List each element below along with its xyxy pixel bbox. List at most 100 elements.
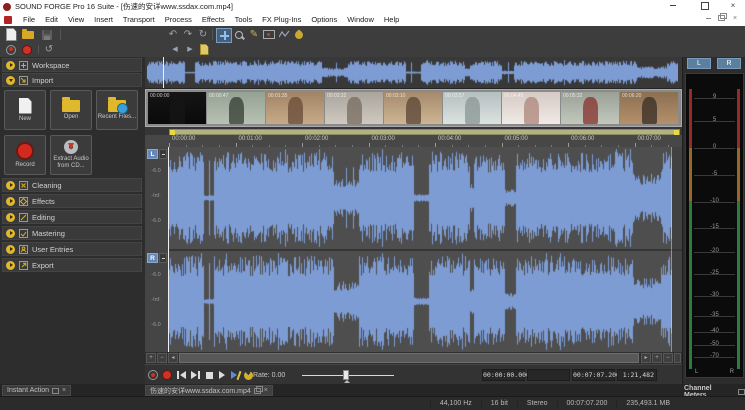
sidebar-section-import[interactable]: Import xyxy=(2,73,142,87)
menu-window[interactable]: Window xyxy=(342,15,379,24)
marker-next-icon[interactable]: ▶ xyxy=(183,44,197,55)
expander-icon[interactable] xyxy=(6,213,15,222)
zoom-tool-icon[interactable] xyxy=(674,353,681,363)
zoom-in-time-icon[interactable]: + xyxy=(652,353,662,363)
rate-slider-thumb[interactable] xyxy=(343,370,349,380)
video-thumbnail[interactable]: 00:02:22 xyxy=(325,92,383,124)
right-channel-waveform[interactable] xyxy=(168,251,672,352)
close-button[interactable]: × xyxy=(722,0,744,12)
envelope-tool-icon[interactable] xyxy=(277,28,291,41)
snapshot-icon[interactable] xyxy=(262,28,276,41)
extract-audio-button[interactable]: Extract Audio from CD... xyxy=(50,135,92,175)
close-tab-icon[interactable]: × xyxy=(62,387,66,394)
zoom-in-icon[interactable]: + xyxy=(146,353,156,363)
sidebar-section-export[interactable]: Export xyxy=(2,258,142,272)
record-button[interactable] xyxy=(161,370,173,380)
sidebar-section-cleaning[interactable]: Cleaning xyxy=(2,178,142,192)
minimize-button[interactable] xyxy=(662,0,684,12)
record-button[interactable]: Record xyxy=(4,135,46,175)
float-icon[interactable] xyxy=(738,389,745,395)
expander-icon[interactable] xyxy=(6,245,15,254)
document-tab[interactable]: 伤速的安详www.ssdax.com.mp4 × xyxy=(145,385,273,396)
right-channel-minimize-button[interactable] xyxy=(159,253,167,263)
menu-effects[interactable]: Effects xyxy=(197,15,230,24)
left-channel-button[interactable]: L xyxy=(147,149,158,159)
go-to-start-button[interactable] xyxy=(175,370,187,380)
video-thumbnail[interactable]: 00:05:32 xyxy=(561,92,619,124)
float-icon[interactable] xyxy=(52,388,59,394)
overview-bar[interactable] xyxy=(145,57,682,89)
selection-start-field[interactable] xyxy=(527,369,570,381)
new-window-icon[interactable] xyxy=(197,44,211,55)
menu-tools[interactable]: Tools xyxy=(230,15,258,24)
recent-files-button[interactable]: Recent Files... xyxy=(96,90,138,130)
overview-waveform[interactable] xyxy=(147,59,678,86)
stop-button[interactable] xyxy=(203,370,215,380)
menu-options[interactable]: Options xyxy=(306,15,342,24)
expander-icon[interactable] xyxy=(6,181,15,190)
play-button[interactable] xyxy=(216,370,228,380)
new-file-icon[interactable] xyxy=(4,28,18,41)
video-thumbnail[interactable]: 00:03:10 xyxy=(384,92,442,124)
instant-action-tab[interactable]: Instant Action × xyxy=(2,385,71,396)
record-icon[interactable] xyxy=(20,44,34,55)
menu-fx-plug-ins[interactable]: FX Plug-Ins xyxy=(257,15,306,24)
go-to-end-button[interactable] xyxy=(189,370,201,380)
new-button[interactable]: New xyxy=(4,90,46,130)
loop-playback-icon[interactable]: ↺ xyxy=(42,44,56,55)
maximize-button[interactable] xyxy=(694,0,716,12)
open-file-icon[interactable] xyxy=(21,28,35,41)
expander-icon[interactable] xyxy=(6,197,15,206)
scrollbar-thumb[interactable] xyxy=(179,353,639,363)
child-minimize-button[interactable] xyxy=(702,14,714,24)
sidebar-section-editing[interactable]: Editing xyxy=(2,210,142,224)
marker-previous-icon[interactable]: ◀ xyxy=(168,44,182,55)
sidebar-section-workspace[interactable]: Workspace xyxy=(2,58,142,72)
horizontal-scrollbar[interactable]: + − ◂ ▸ + − xyxy=(145,352,682,364)
video-thumbnail[interactable]: 00:06:20 xyxy=(620,92,678,124)
left-channel-waveform[interactable] xyxy=(168,147,672,249)
child-close-button[interactable]: × xyxy=(729,14,741,24)
sidebar-section-mastering[interactable]: Mastering xyxy=(2,226,142,240)
expander-icon[interactable] xyxy=(6,61,15,70)
edit-area[interactable]: L -6.0 -Inf. -6.0 R -6.0 -Inf. -6.0 xyxy=(145,147,682,353)
repeat-icon[interactable]: ↻ xyxy=(196,28,210,41)
video-thumbnail[interactable]: 00:00:47 xyxy=(207,92,265,124)
menu-view[interactable]: View xyxy=(63,15,89,24)
expander-icon[interactable] xyxy=(6,229,15,238)
record-arm-button[interactable] xyxy=(147,370,159,380)
scroll-left-icon[interactable]: ◂ xyxy=(168,353,178,363)
meter-right-button[interactable]: R xyxy=(717,58,741,69)
expander-icon[interactable] xyxy=(6,76,15,85)
zoom-out-time-icon[interactable]: − xyxy=(663,353,673,363)
edit-cursor[interactable] xyxy=(168,147,169,352)
selection-end-field[interactable]: 00:07:07.200 xyxy=(572,369,615,381)
restore-icon[interactable] xyxy=(254,388,261,394)
menu-transport[interactable]: Transport xyxy=(118,15,160,24)
menu-file[interactable]: File xyxy=(18,15,40,24)
redo-icon[interactable]: ↷ xyxy=(181,28,195,41)
magnify-tool-icon[interactable] xyxy=(232,28,246,41)
play-as-cutlist-button[interactable] xyxy=(229,370,241,380)
child-restore-button[interactable] xyxy=(715,14,727,24)
pencil-tool-icon[interactable]: ✎ xyxy=(247,28,261,41)
menu-process[interactable]: Process xyxy=(160,15,197,24)
record-arm-icon[interactable] xyxy=(4,44,18,55)
undo-icon[interactable]: ↶ xyxy=(166,28,180,41)
video-thumbnail[interactable]: 00:01:35 xyxy=(266,92,324,124)
expander-icon[interactable] xyxy=(6,261,15,270)
video-thumbnail[interactable]: 00:04:45 xyxy=(502,92,560,124)
menu-insert[interactable]: Insert xyxy=(89,15,118,24)
right-channel-button[interactable]: R xyxy=(147,253,158,263)
paint-tool-icon[interactable] xyxy=(292,28,306,41)
save-icon[interactable] xyxy=(40,28,54,41)
video-thumbnail[interactable]: 00:03:57 xyxy=(443,92,501,124)
zoom-out-icon[interactable]: − xyxy=(157,353,167,363)
close-document-icon[interactable]: × xyxy=(264,387,268,394)
menu-help[interactable]: Help xyxy=(379,15,404,24)
menu-edit[interactable]: Edit xyxy=(40,15,63,24)
edit-tool-icon[interactable] xyxy=(216,28,232,43)
position-field[interactable]: 00:00:00.000 xyxy=(482,369,525,381)
sidebar-section-effects[interactable]: Effects xyxy=(2,194,142,208)
video-thumbnail[interactable]: 00:00:00 xyxy=(148,92,206,124)
